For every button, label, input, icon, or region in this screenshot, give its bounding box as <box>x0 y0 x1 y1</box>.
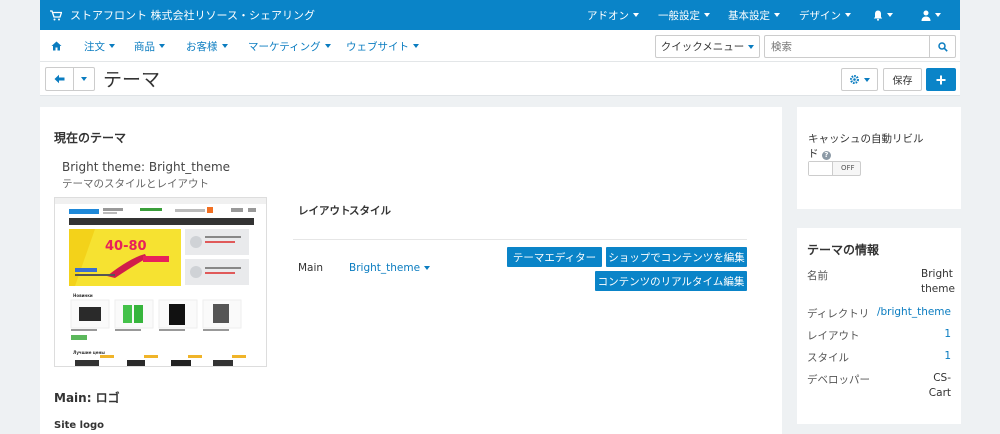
theme-info-panel: テーマの情報 名前 Bright theme ディレクトリ /bright_th… <box>797 228 961 424</box>
table-header-style: スタイル <box>349 205 391 217</box>
table-header-layout: レイアウト <box>298 205 351 217</box>
row-layout-value: Main <box>298 262 324 274</box>
edit-content-button[interactable]: ショップでコンテンツを編集 <box>606 247 747 267</box>
nav-marketing-label: マーケティング <box>248 40 321 53</box>
question-icon[interactable]: ? <box>821 151 831 160</box>
cart-icon <box>50 9 62 20</box>
theme-info-heading: テーマの情報 <box>807 243 880 257</box>
nav-products-label: 商品 <box>134 40 155 53</box>
menu-general-settings-label: 一般設定 <box>658 9 700 22</box>
theme-name: Bright theme: Bright_theme <box>62 160 231 174</box>
settings-dropdown-button[interactable] <box>841 68 878 91</box>
live-edit-button[interactable]: コンテンツのリアルタイム編集 <box>595 271 747 291</box>
info-label-layout: レイアウト <box>807 330 860 342</box>
chevron-down-icon <box>424 266 431 270</box>
info-value-layout[interactable]: 1 <box>944 327 951 342</box>
info-label-directory: ディレクトリ <box>807 308 870 320</box>
cache-panel: キャッシュの自動リビルド ? OFF <box>797 107 961 209</box>
theme-preview-graphic: 40-80 Новинки Лучшие цены <box>55 198 266 366</box>
logo-section-heading: Main: ロゴ <box>54 391 120 405</box>
home-link[interactable] <box>51 30 62 62</box>
nav-website[interactable]: ウェブサイト <box>346 30 419 62</box>
chevron-down-icon <box>748 44 755 49</box>
chevron-down-icon <box>704 13 710 17</box>
info-label-style: スタイル <box>807 352 849 364</box>
theme-editor-button[interactable]: テーマエディター <box>507 247 602 267</box>
search-input[interactable] <box>765 36 930 57</box>
chevron-down-icon <box>774 13 780 17</box>
chevron-down-icon <box>159 44 165 48</box>
chevron-down-icon <box>864 77 870 82</box>
theme-subtitle: テーマのスタイルとレイアウト <box>62 178 209 190</box>
chevron-down-icon <box>109 44 115 48</box>
menu-basic-settings[interactable]: 基本設定 <box>728 0 780 30</box>
info-label-developer: デベロッパー <box>807 374 870 386</box>
info-value-style[interactable]: 1 <box>944 349 951 364</box>
chevron-down-icon <box>633 13 639 17</box>
main-content: 現在のテーマ Bright theme: Bright_theme テーマのスタ… <box>40 107 782 434</box>
menu-addons-label: アドオン <box>587 9 629 22</box>
nav-orders[interactable]: 注文 <box>84 30 115 62</box>
nav-website-label: ウェブサイト <box>346 40 409 53</box>
info-label-name: 名前 <box>807 270 828 282</box>
back-button-group <box>45 67 95 91</box>
search-box <box>764 35 956 58</box>
gear-icon <box>849 74 860 85</box>
menu-design[interactable]: デザイン <box>799 0 851 30</box>
nav-orders-label: 注文 <box>84 40 105 53</box>
chevron-down-icon <box>221 44 228 48</box>
quick-menu-button[interactable]: クイックメニュー <box>655 35 760 58</box>
search-icon <box>937 41 948 52</box>
notifications-menu[interactable] <box>873 0 893 30</box>
user-icon <box>921 10 931 21</box>
bell-icon <box>873 10 883 21</box>
style-dropdown-label: Bright_theme <box>349 262 421 274</box>
menu-addons[interactable]: アドオン <box>587 0 639 30</box>
user-menu[interactable] <box>921 0 941 30</box>
save-button[interactable]: 保存 <box>883 68 922 91</box>
menu-design-label: デザイン <box>799 9 841 22</box>
info-value-directory[interactable]: /bright_theme <box>877 305 951 320</box>
chevron-down-icon <box>324 44 331 48</box>
back-history-dropdown[interactable] <box>74 68 94 90</box>
page-title: テーマ <box>103 69 161 91</box>
plus-icon <box>936 75 946 84</box>
nav-marketing[interactable]: マーケティング <box>248 30 331 62</box>
chevron-down-icon <box>413 44 419 48</box>
chevron-down-icon <box>81 77 87 81</box>
cache-rebuild-label: キャッシュの自動リビルド ? <box>808 132 933 162</box>
menu-basic-settings-label: 基本設定 <box>728 9 770 22</box>
chevron-down-icon <box>845 13 851 17</box>
preview-section-popular: Лучшие цены <box>73 350 105 355</box>
info-value-developer: CS-Cart <box>928 372 951 399</box>
home-icon <box>51 41 62 51</box>
cache-rebuild-toggle[interactable]: OFF <box>808 161 861 176</box>
preview-promo-text: 40-80 <box>105 239 147 254</box>
nav-customers[interactable]: お客様 <box>186 30 228 62</box>
preview-section-new: Новинки <box>73 293 93 298</box>
storefront-selector[interactable]: ストアフロント 株式会社リソース・シェアリング <box>50 0 315 30</box>
main-nav: 注文 商品 お客様 マーケティング ウェブサイト クイックメニュー <box>40 30 960 62</box>
style-dropdown[interactable]: Bright_theme <box>349 262 431 274</box>
search-button[interactable] <box>929 36 955 57</box>
current-theme-heading: 現在のテーマ <box>54 131 127 145</box>
info-value-name: Bright theme <box>921 268 955 295</box>
title-bar: テーマ 保存 <box>40 62 960 96</box>
quick-menu-label: クイックメニュー <box>660 41 745 53</box>
back-button[interactable] <box>46 68 74 90</box>
add-button[interactable] <box>926 68 956 91</box>
table-divider <box>293 239 747 240</box>
menu-general-settings[interactable]: 一般設定 <box>658 0 710 30</box>
site-logo-label: Site logo <box>54 420 104 431</box>
top-bar: ストアフロント 株式会社リソース・シェアリング アドオン 一般設定 基本設定 デ… <box>40 0 960 30</box>
arrow-left-icon <box>54 74 65 84</box>
chevron-down-icon <box>935 13 941 17</box>
chevron-down-icon <box>887 13 893 17</box>
nav-products[interactable]: 商品 <box>134 30 165 62</box>
theme-preview-image: 40-80 Новинки Лучшие цены <box>54 197 267 367</box>
nav-customers-label: お客様 <box>186 40 218 53</box>
toggle-knob <box>809 162 833 175</box>
toggle-state-label: OFF <box>841 164 855 172</box>
store-name: ストアフロント 株式会社リソース・シェアリング <box>70 9 315 22</box>
